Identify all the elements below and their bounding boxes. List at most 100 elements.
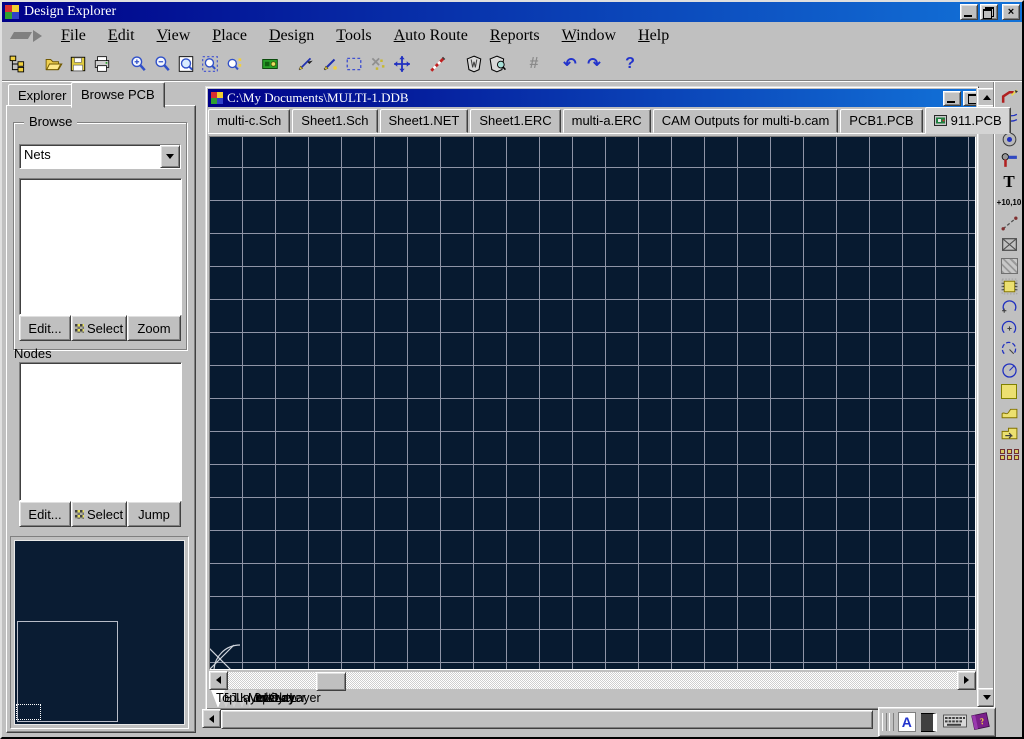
nets-listbox[interactable] (19, 178, 182, 315)
ime-status-bar: A ? (878, 707, 996, 737)
doc-minimize-button[interactable] (943, 91, 961, 106)
tab-browse-pcb[interactable]: Browse PCB (71, 82, 165, 108)
place-arc-angle-button[interactable] (996, 339, 1022, 360)
place-fill-button[interactable] (996, 381, 1022, 402)
menu-tools[interactable]: Tools (325, 25, 382, 47)
mdi-vertical-scrollbar[interactable] (977, 88, 994, 707)
tab-911-pcb[interactable]: 911.PCB (925, 107, 1011, 134)
menu-window[interactable]: Window (551, 25, 627, 47)
wand-button[interactable] (426, 52, 450, 76)
undo-button[interactable]: ↶ (558, 52, 582, 76)
zoom-point-button[interactable] (222, 52, 246, 76)
place-component-button[interactable] (996, 276, 1022, 297)
shield-magnifier-button[interactable] (486, 52, 510, 76)
tab-sheet1-sch[interactable]: Sheet1.Sch (292, 109, 377, 133)
tab-multi-c-sch[interactable]: multi-c.Sch (208, 109, 290, 133)
ime-halfwidth-toggle[interactable] (921, 713, 937, 732)
open-button[interactable] (42, 52, 66, 76)
nets-edit-button[interactable]: Edit... (19, 315, 71, 341)
zoom-out-button[interactable] (150, 52, 174, 76)
place-keepout-button[interactable] (996, 234, 1022, 255)
shield-button[interactable] (462, 52, 486, 76)
track-icon (1000, 89, 1019, 106)
ime-keyboard-button[interactable] (943, 714, 967, 731)
scrollbar-thumb[interactable] (221, 710, 873, 729)
knife-button[interactable] (294, 52, 318, 76)
shield-icon (465, 55, 483, 73)
tab-pcb1-pcb[interactable]: PCB1.PCB (840, 109, 922, 133)
nodes-listbox[interactable] (19, 362, 182, 501)
place-polygon-button[interactable] (996, 402, 1022, 423)
layer-tab-toplayer[interactable]: TopLayer (211, 690, 225, 707)
tab-sheet1-net[interactable]: Sheet1.NET (380, 109, 469, 133)
place-coordinate-button[interactable]: +10,10 (996, 192, 1022, 213)
tab-sheet1-erc[interactable]: Sheet1.ERC (470, 109, 560, 133)
place-arc-center-button[interactable] (996, 318, 1022, 339)
restore-button[interactable] (980, 4, 998, 20)
system-menu-arrow-icon[interactable] (12, 30, 42, 42)
tab-cam-outputs[interactable]: CAM Outputs for multi-b.cam (653, 109, 839, 133)
menu-place[interactable]: Place (201, 25, 258, 47)
menu-view[interactable]: View (146, 25, 202, 47)
drag-handle-icon[interactable] (882, 713, 887, 731)
print-button[interactable] (90, 52, 114, 76)
nodes-select-button[interactable]: Select (71, 501, 127, 527)
place-circle-button[interactable] (996, 360, 1022, 381)
explorer-panel-button[interactable] (6, 52, 30, 76)
close-button[interactable]: × (1002, 4, 1020, 20)
document-titlebar[interactable]: C:\My Documents\MULTI-1.DDB (208, 89, 976, 107)
nets-select-button[interactable]: Select (71, 315, 127, 341)
tab-explorer[interactable]: Explorer (8, 84, 76, 107)
menu-help[interactable]: Help (627, 25, 680, 47)
place-hatched-fill-button[interactable] (996, 255, 1022, 276)
ime-input-mode-button[interactable]: A (898, 712, 917, 732)
save-button[interactable] (66, 52, 90, 76)
menu-design[interactable]: Design (258, 25, 325, 47)
zoom-in-button[interactable] (126, 52, 150, 76)
minimize-button[interactable] (960, 4, 978, 20)
browse-mode-combobox[interactable]: Nets (19, 144, 181, 169)
menu-auto-route[interactable]: Auto Route (383, 25, 479, 47)
nodes-jump-button[interactable]: Jump (127, 501, 181, 527)
scroll-left-button[interactable] (202, 709, 221, 728)
ime-help-button[interactable]: ? (970, 711, 992, 734)
select-area-button[interactable] (342, 52, 366, 76)
place-track-button[interactable] (996, 87, 1022, 108)
move-button[interactable] (390, 52, 414, 76)
scrollbar-thumb[interactable] (316, 672, 346, 691)
place-pad-button[interactable] (996, 150, 1022, 171)
drag-handle-icon[interactable] (889, 713, 894, 731)
shield-magnifier-icon (489, 55, 507, 73)
scroll-right-button[interactable] (957, 671, 976, 690)
place-pad-array-button[interactable] (996, 444, 1022, 465)
cross-probe-button[interactable] (258, 52, 282, 76)
layer-tab-label: TopLayer (216, 691, 267, 705)
zoom-area-button[interactable] (198, 52, 222, 76)
tab-label: multi-a.ERC (572, 110, 642, 132)
place-text-button[interactable]: T (996, 171, 1022, 192)
scroll-left-button[interactable] (209, 671, 228, 690)
place-split-plane-button[interactable] (996, 423, 1022, 444)
redo-button[interactable]: ↷ (582, 52, 606, 76)
scrollbar-track[interactable] (228, 672, 957, 689)
nets-zoom-button[interactable]: Zoom (127, 315, 181, 341)
combobox-dropdown-button[interactable] (160, 145, 180, 168)
menu-file[interactable]: File (50, 25, 97, 47)
menu-reports[interactable]: Reports (479, 25, 551, 47)
doc-restore-button[interactable] (963, 91, 976, 106)
text-tool-icon: T (1003, 172, 1014, 192)
nodes-edit-button[interactable]: Edit... (19, 501, 71, 527)
grid-toggle-button[interactable]: # (522, 52, 546, 76)
menu-edit[interactable]: Edit (97, 25, 146, 47)
workspace-horizontal-scrollbar[interactable] (202, 710, 993, 727)
deselect-button[interactable] (366, 52, 390, 76)
zoom-document-button[interactable] (174, 52, 198, 76)
board-preview[interactable] (10, 536, 189, 729)
tab-multi-a-erc[interactable]: multi-a.ERC (563, 109, 651, 133)
place-dimension-button[interactable] (996, 213, 1022, 234)
help-button[interactable]: ? (618, 52, 642, 76)
pencil-button[interactable] (318, 52, 342, 76)
place-arc-edge-button[interactable] (996, 297, 1022, 318)
pcb-editor-canvas[interactable] (209, 136, 976, 670)
editor-horizontal-scrollbar[interactable] (209, 671, 976, 689)
